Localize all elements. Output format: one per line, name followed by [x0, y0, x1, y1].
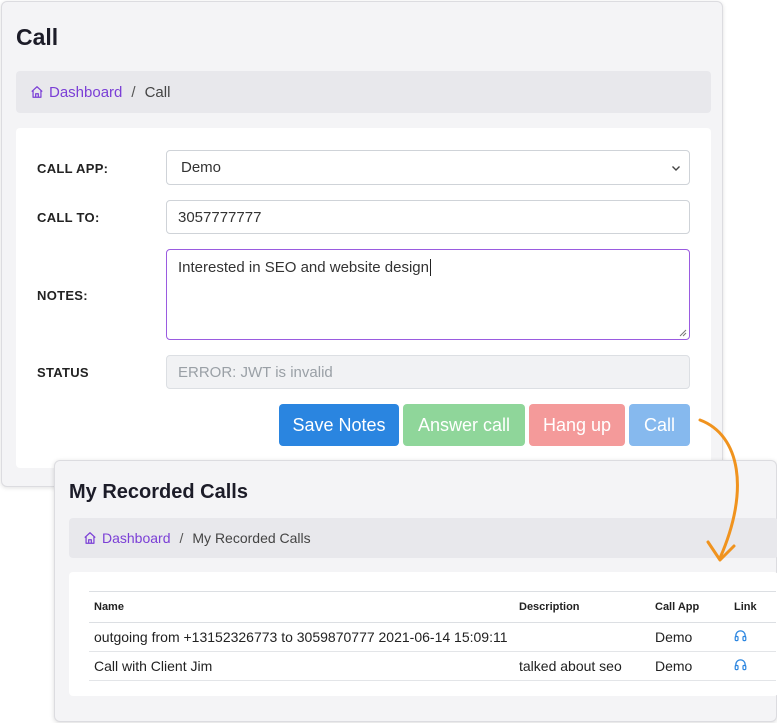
breadcrumb-dashboard-label: Dashboard	[102, 530, 171, 546]
recorded-calls-card: Name Description Call App Link outgoing …	[69, 572, 777, 696]
cell-name: Call with Client Jim	[89, 651, 514, 681]
call-button[interactable]: Call	[629, 404, 690, 446]
headset-icon[interactable]	[734, 629, 747, 642]
status-field: ERROR: JWT is invalid	[166, 355, 690, 389]
table-row: Call with Client Jim talked about seo De…	[89, 651, 776, 681]
cell-description: talked about seo	[514, 651, 650, 681]
table-row: outgoing from +13152326773 to 3059870777…	[89, 622, 776, 652]
notes-label: NOTES:	[37, 288, 88, 303]
call-app-select[interactable]: Demo	[166, 150, 690, 185]
chevron-down-icon	[672, 166, 680, 171]
answer-call-button[interactable]: Answer call	[403, 404, 525, 446]
breadcrumb-current: Call	[144, 83, 171, 101]
home-icon	[84, 532, 96, 544]
column-header-name: Name	[89, 591, 514, 623]
breadcrumb-separator: /	[131, 83, 136, 101]
column-header-link: Link	[729, 591, 776, 623]
breadcrumb-current: My Recorded Calls	[192, 530, 311, 546]
call-form: CALL APP: Demo CALL TO: 3057777777 NOTES…	[16, 128, 711, 468]
cell-call-app: Demo	[650, 651, 729, 681]
call-to-label: CALL TO:	[37, 210, 100, 225]
recorded-calls-breadcrumb: Dashboard / My Recorded Calls	[69, 518, 777, 558]
call-app-selected-value: Demo	[181, 159, 222, 176]
breadcrumb-dashboard-link[interactable]: Dashboard	[83, 530, 171, 546]
breadcrumb-separator: /	[179, 530, 184, 546]
headset-icon[interactable]	[734, 658, 747, 671]
cell-link	[729, 622, 776, 652]
call-to-value: 3057777777	[178, 208, 262, 226]
table-header-row: Name Description Call App Link	[89, 591, 776, 623]
breadcrumb: Dashboard / Call	[16, 71, 711, 113]
breadcrumb-dashboard-label: Dashboard	[49, 83, 123, 101]
cell-description	[514, 622, 650, 652]
cell-name: outgoing from +13152326773 to 3059870777…	[89, 622, 514, 652]
home-icon	[31, 86, 43, 98]
page-title: Call	[16, 24, 59, 50]
recorded-calls-title: My Recorded Calls	[69, 481, 248, 503]
notes-textarea[interactable]: Interested in SEO and website design	[166, 249, 690, 340]
save-notes-button[interactable]: Save Notes	[279, 404, 399, 446]
breadcrumb-dashboard-link[interactable]: Dashboard	[30, 84, 122, 101]
call-to-input[interactable]: 3057777777	[166, 200, 690, 234]
status-placeholder: ERROR: JWT is invalid	[178, 363, 333, 381]
status-label: STATUS	[37, 365, 89, 380]
cell-link	[729, 651, 776, 681]
recorded-calls-panel: My Recorded Calls Dashboard / My Recorde…	[54, 460, 777, 722]
cell-call-app: Demo	[650, 622, 729, 652]
column-header-call-app: Call App	[650, 591, 729, 623]
recorded-calls-table: Name Description Call App Link outgoing …	[89, 591, 776, 681]
call-panel: Call Dashboard / Call CALL APP: Demo CAL…	[1, 1, 723, 487]
text-caret	[430, 259, 431, 276]
column-header-description: Description	[514, 591, 650, 623]
call-app-label: CALL APP:	[37, 161, 109, 176]
hang-up-button[interactable]: Hang up	[529, 404, 625, 446]
resize-handle-icon[interactable]	[679, 329, 687, 337]
notes-value: Interested in SEO and website design	[178, 259, 429, 276]
curved-arrow-icon	[698, 418, 739, 562]
